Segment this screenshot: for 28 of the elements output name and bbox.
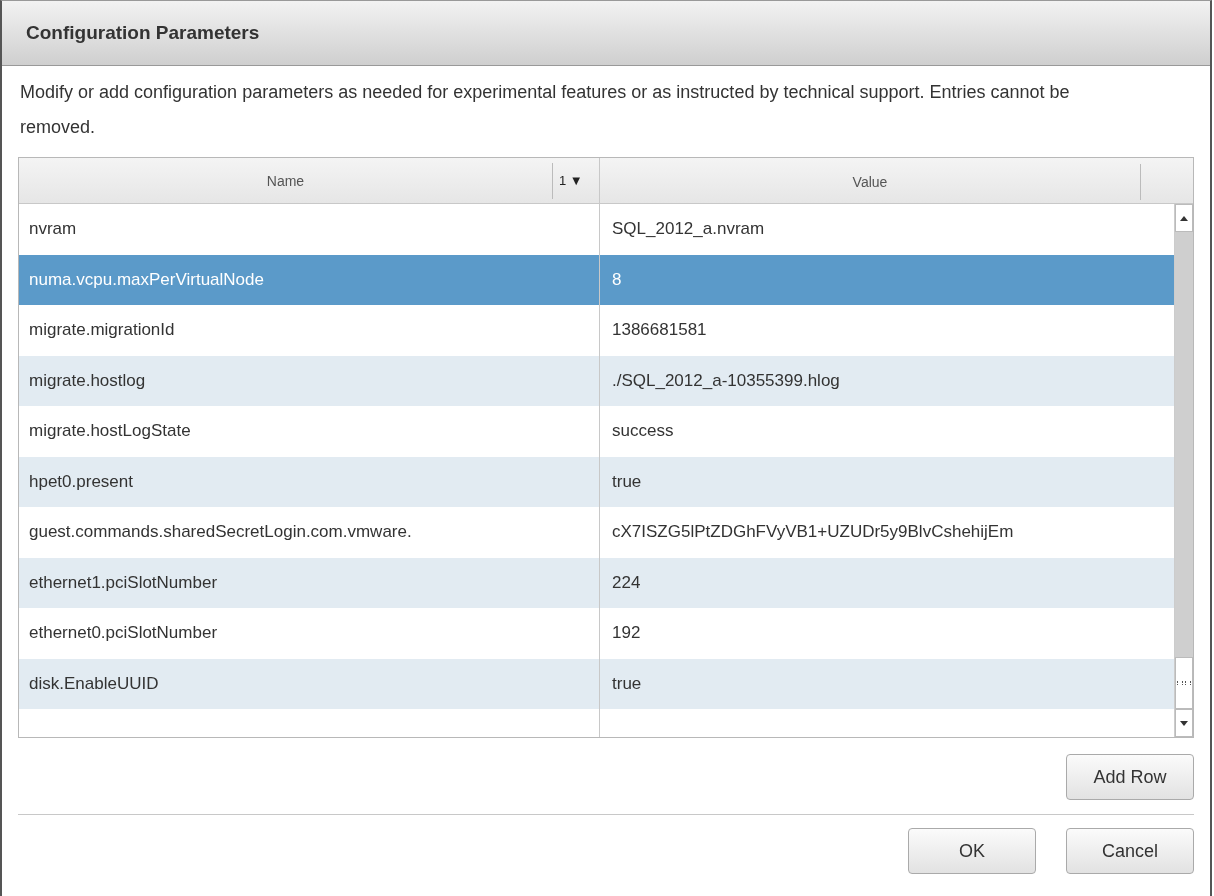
- table-cell-text: true: [611, 672, 643, 695]
- ok-button[interactable]: OK: [908, 828, 1036, 874]
- table-cell-text: 1386681581: [611, 319, 708, 342]
- column-header[interactable]: Name: [19, 172, 552, 189]
- table-cell-text: SQL_2012_a.nvram: [611, 218, 766, 241]
- table-cell-text: 224: [611, 571, 642, 594]
- cancel-button[interactable]: Cancel: [1066, 828, 1194, 874]
- window-title: Configuration Parameters: [26, 22, 260, 44]
- table-cell: nvram: [19, 204, 600, 255]
- description-text: Modify or add configuration parameters as needed for experimental features or as instructed by technical support. Entries cannot be removed.: [19, 81, 1071, 139]
- table-cell: migrate.migrationId: [19, 305, 600, 356]
- table-row[interactable]: hpet0.present true: [19, 456, 1174, 507]
- column-header[interactable]: Value: [852, 174, 888, 190]
- scrollbar-drawing[interactable]: [1174, 204, 1193, 737]
- table-row[interactable]: migrate.hostlog ./SQL_2012_a-10355399.hlog: [19, 355, 1174, 406]
- table-cell-text: ./SQL_2012_a-10355399.hlog: [611, 369, 841, 392]
- table-cell: migrate.hostLogState: [19, 406, 600, 457]
- table-cell: guest.commands.sharedSecretLogin.com.vmware.: [19, 507, 600, 558]
- table-cell: ethernet0.pciSlotNumber: [19, 608, 600, 659]
- table-cell-text: 192: [611, 622, 642, 645]
- table-row[interactable]: ethernet1.pciSlotNumber 224: [19, 557, 1174, 608]
- sort-indicator[interactable]: 1 ▼: [552, 162, 599, 199]
- add-row-button[interactable]: Add Row: [1066, 754, 1194, 800]
- table-cell-text: 8: [611, 268, 623, 291]
- table-cell-text: true: [611, 470, 643, 493]
- table-cell-text: cX7ISZG5lPtZDGhFVyVB1+UZUDr5y9BlvCshehijEm: [611, 521, 1015, 544]
- table-row[interactable]: disk.EnableUUID true: [19, 658, 1174, 709]
- table-cell-text: success: [611, 420, 675, 443]
